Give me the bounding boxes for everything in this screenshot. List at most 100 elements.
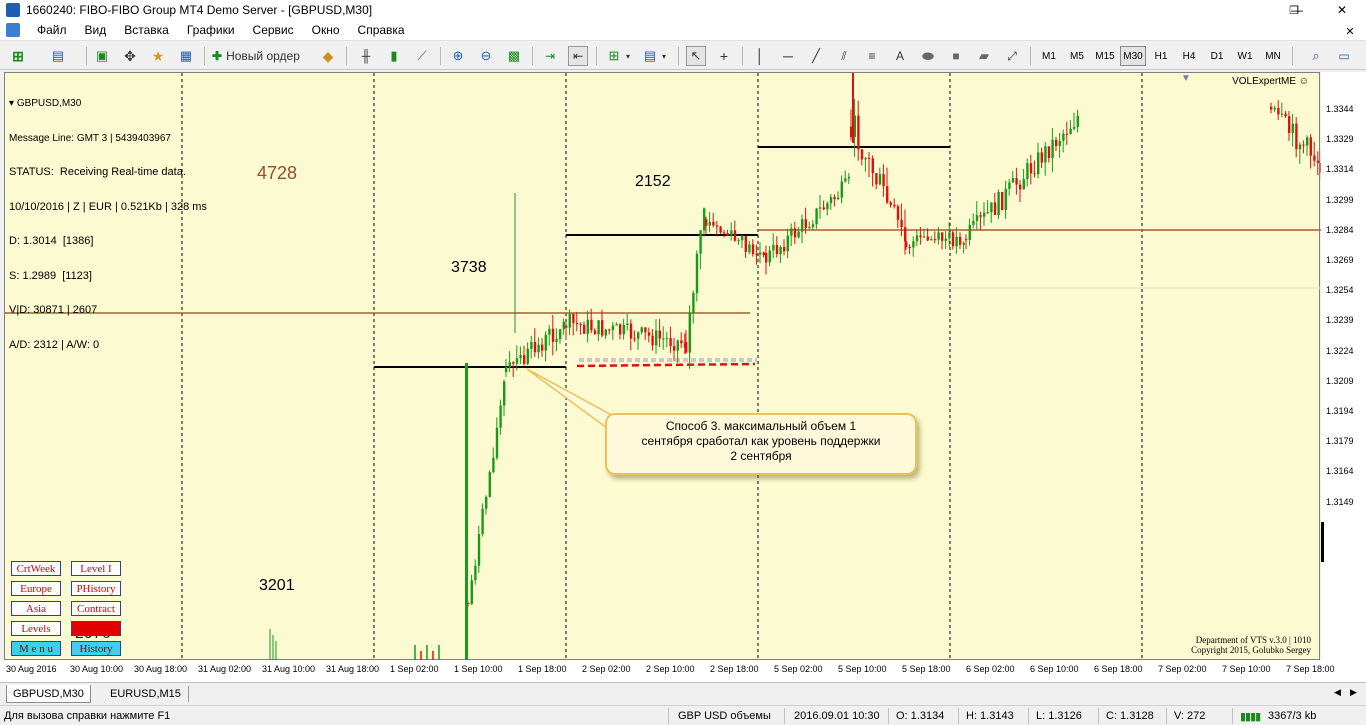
crosshair-icon[interactable]: + [714,46,734,66]
menu-charts[interactable]: Графики [178,23,244,37]
menu-view[interactable]: Вид [76,23,116,37]
support-level-line [576,362,756,368]
autotrading-icon[interactable]: ◆ [318,46,338,66]
levels-button[interactable]: Levels [11,621,61,636]
cursor-icon[interactable]: ↖ [686,46,706,66]
candle-body [1065,133,1069,135]
triangle-icon[interactable]: ▰ [974,46,994,66]
candle-body [608,329,611,331]
bar-open: O: 1.3134 [896,710,945,722]
price-scale[interactable]: 1.3344 1.3329 1.3314 1.3299 1.3284 1.3269 1.32… [1321,72,1366,660]
menu-window[interactable]: Окно [303,23,349,37]
child-close-icon[interactable]: ✕ [1340,22,1360,40]
timeframe-w1[interactable]: W1 [1232,46,1258,66]
traffic-status: 3367/3 kb [1268,710,1317,722]
candle-body [762,252,765,256]
indicators-icon[interactable]: ⊞ [604,46,624,66]
timeframe-m1[interactable]: M1 [1036,46,1062,66]
terminal-icon[interactable]: ▦ [176,46,196,66]
candle-body [779,246,782,255]
menu-tools[interactable]: Сервис [244,23,303,37]
candle-body [772,244,775,251]
autoscroll-icon[interactable]: ⇤ [568,46,588,66]
tile-windows-icon[interactable]: ▩ [504,46,524,66]
rectangle-icon[interactable]: ■ [946,46,966,66]
contract-button[interactable]: Contract [71,601,121,616]
europe-button[interactable]: Europe [11,581,61,596]
fibonacci-icon[interactable]: ≡ [862,46,882,66]
chart-area[interactable]: ▾ GBPUSD,M30 Message Line: GMT 3 | 54394… [4,72,1321,661]
tab-gbpusd-m30[interactable]: GBPUSD,M30 [6,685,91,703]
candle-body [533,341,537,353]
menu-insert[interactable]: Вставка [115,23,178,37]
close-button[interactable]: ✕ [1320,0,1364,20]
channel-icon[interactable]: ⫽ [834,46,854,66]
timeframe-h4[interactable]: H4 [1176,46,1202,66]
templates-icon[interactable]: ▤ [640,46,660,66]
callout-pointer [526,368,618,433]
vertical-line-icon[interactable]: │ [750,46,770,66]
timeframe-h1[interactable]: H1 [1148,46,1174,66]
time-label: 30 Aug 10:00 [70,664,124,674]
tab-eurusd-m15[interactable]: EURUSD,M15 [104,685,187,703]
candle-body [723,232,726,234]
candlestick-icon[interactable]: ▮ [384,46,404,66]
time-scale[interactable]: 30 Aug 2016 30 Aug 10:00 30 Aug 18:00 31 Au… [0,660,1366,682]
candle-body [889,202,892,205]
candle-body [575,323,579,325]
candle-body [651,335,654,346]
candle-body [768,250,771,263]
chat-icon[interactable]: ▭ [1334,46,1354,66]
chart-shift-icon[interactable]: ⇥ [540,46,560,66]
new-chart-icon[interactable]: ⊞ [8,46,28,66]
history-button[interactable]: History [71,641,121,656]
price-label: 1.3209 [1326,375,1354,386]
horizontal-line-icon[interactable]: ─ [778,46,798,66]
info-line: V|D: 30871 | 2607 [9,304,98,316]
indicators-dropdown-icon[interactable]: ▾ [624,46,632,66]
tab-scroll-left-icon[interactable]: ◀ [1334,687,1341,698]
trendline-icon[interactable]: ╱ [806,46,826,66]
red-toggle-button[interactable] [71,621,121,636]
market-watch-icon[interactable]: ▣ [92,46,112,66]
ellipse-icon[interactable]: ⬬ [918,46,938,66]
search-icon[interactable]: ⌕ [1306,46,1326,66]
candle-body [868,157,871,159]
bar-chart-icon[interactable]: ╫ [356,46,376,66]
candle-body [626,323,629,325]
favorites-icon[interactable]: ★ [148,46,168,66]
templates-dropdown-icon[interactable]: ▾ [660,46,668,66]
line-chart-icon[interactable]: ⟋ [412,46,432,66]
candle-body [1288,116,1291,133]
level1-button[interactable]: Level I [71,561,121,576]
profiles-icon[interactable]: ▤ [48,46,68,66]
phistory-button[interactable]: PHistory [71,581,121,596]
candle-body [808,227,811,229]
text-icon[interactable]: A [890,46,910,66]
timeframe-m30[interactable]: M30 [1120,46,1146,66]
new-order-button[interactable]: ✚ Новый ордер [212,46,312,66]
profile-name: GBP USD объемы [678,710,771,722]
candle-body [962,243,965,245]
candle-body [647,332,651,336]
zoom-in-icon[interactable]: ⊕ [448,46,468,66]
maximize-button[interactable]: ❐ [1272,0,1316,20]
navigator-icon[interactable]: ✥ [120,46,140,66]
candle-body [815,208,818,225]
candle-body [786,235,789,252]
candle-body [1055,139,1058,147]
arrows-icon[interactable]: ⤢ [1002,46,1022,66]
timeframe-mn[interactable]: MN [1260,46,1286,66]
timeframe-m15[interactable]: M15 [1092,46,1118,66]
chart-window-icon[interactable] [6,23,20,37]
tab-scroll-right-icon[interactable]: ▶ [1350,687,1357,698]
menu-help[interactable]: Справка [349,23,414,37]
timeframe-m5[interactable]: M5 [1064,46,1090,66]
asia-button[interactable]: Asia [11,601,61,616]
zoom-out-icon[interactable]: ⊖ [476,46,496,66]
menu-file[interactable]: Файл [28,23,76,37]
crtweek-button[interactable]: CrtWeek [11,561,61,576]
candle-body [477,534,481,566]
timeframe-d1[interactable]: D1 [1204,46,1230,66]
menu-button[interactable]: M e n u [11,641,61,656]
